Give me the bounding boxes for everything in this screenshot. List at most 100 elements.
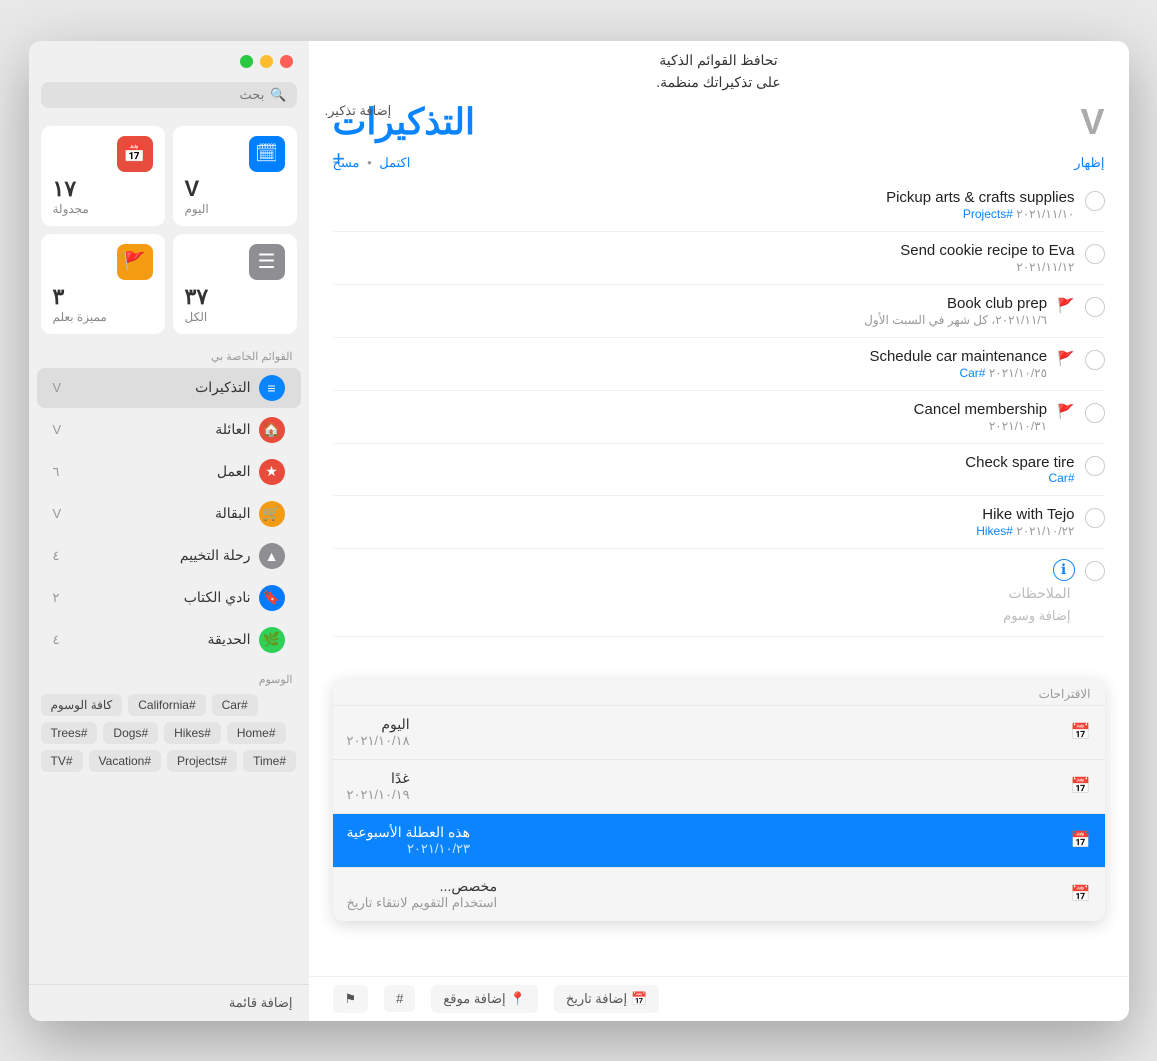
camping-list-name: رحلة التخييم [180,547,251,564]
suggestion-this-weekend[interactable]: 📅 هذه العطلة الأسبوعية ٢٠٢١/١٠/٢٣ [333,813,1105,867]
reminder-item: 🚩 Schedule car maintenance ٢٠٢١/١٠/٢٥ #C… [333,338,1105,391]
suggestion-today[interactable]: 📅 اليوم ٢٠٢١/١٠/١٨ [333,705,1105,759]
reminders-list-icon: ≡ [259,375,285,401]
scheduled-icon: 📅 [117,136,153,172]
tags-section: الوسوم #Car #California كافة الوسوم #Hom… [29,661,309,780]
bookclub-list-icon: 🔖 [259,585,285,611]
reminder-checkbox-4[interactable] [1085,350,1105,370]
tag-dogs[interactable]: #Dogs [103,722,158,744]
hashtag-button[interactable]: # [384,985,415,1012]
tag-california[interactable]: #California [128,694,205,716]
tags-grid: #Car #California كافة الوسوم #Home #Hike… [41,694,297,772]
close-button[interactable] [280,55,293,68]
reminder-item: 🚩 Book club prep ٢٠٢١/١١/٦، كل شهر في ال… [333,285,1105,338]
reminder-title-4: Schedule car maintenance [333,348,1048,365]
search-icon: 🔍 [270,87,286,103]
tag-car[interactable]: #Car [212,694,258,716]
bookclub-list-name: نادي الكتاب [184,589,251,606]
sidebar-item-garden[interactable]: 🌿 الحديقة ٤ [37,620,301,660]
maximize-button[interactable] [240,55,253,68]
camping-list-count: ٤ [53,548,60,564]
main-content: تحافظ القوائم الذكية على تذكيراتك منظمة.… [309,41,1129,1021]
reminders-list-count: V [53,380,62,395]
family-list-name: العائلة [215,421,250,438]
today-count: V [185,176,200,202]
reminder-tag-6: #Car [333,471,1075,485]
reminder-item: Pickup arts & crafts supplies ٢٠٢١/١١/١٠… [333,179,1105,232]
smart-list-all[interactable]: ☰ ٣٧ الكل [173,234,297,334]
add-location-button[interactable]: 📍 إضافة موقع [431,985,537,1013]
work-list-name: العمل [217,463,251,480]
hashtag-icon: # [396,991,403,1006]
tag-home[interactable]: #Home [227,722,286,744]
tags-section-title: الوسوم [41,669,297,694]
reminder-date-4: ٢٠٢١/١٠/٢٥ #Car [333,366,1048,380]
search-input[interactable] [51,87,265,102]
smart-list-today[interactable]: 🗓 V اليوم [173,126,297,226]
reminder-item-cancel-membership: 🚩 Cancel membership ٢٠٢١/١٠/٣١ [333,391,1105,444]
complete-label: اكتمل [379,155,410,170]
flag-button[interactable]: ⚑ [333,985,369,1013]
reminder-date-3: ٢٠٢١/١١/٦، كل شهر في السبت الأول [333,313,1048,327]
reminder-date-1: ٢٠٢١/١١/١٠ #Projects [333,207,1075,221]
calendar-icon: 📅 [631,991,647,1007]
reminder-title-3: Book club prep [333,295,1048,312]
reminder-checkbox-6[interactable] [1085,456,1105,476]
sidebar-item-bookclub[interactable]: 🔖 نادي الكتاب ٢ [37,578,301,618]
show-button[interactable]: إظهار [1074,155,1104,171]
reminder-item: Check spare tire #Car [333,444,1105,496]
scheduled-label: مجدولة [53,202,89,216]
tag-tv[interactable]: #TV [41,750,83,772]
tag-trees[interactable]: #Trees [41,722,98,744]
tag-hikes[interactable]: #Hikes [164,722,221,744]
suggestion-tomorrow[interactable]: 📅 غدًا ٢٠٢١/١٠/١٩ [333,759,1105,813]
sidebar-item-family[interactable]: 🏠 العائلة V [37,410,301,450]
suggestions-title: الاقتراحات [333,679,1105,705]
reminder-checkbox-1[interactable] [1085,191,1105,211]
sidebar-item-reminders[interactable]: ≡ التذكيرات V [37,368,301,408]
add-list-button[interactable]: إضافة قائمة [29,984,309,1021]
flag-toolbar-icon: ⚑ [345,991,357,1007]
smart-list-scheduled[interactable]: 📅 ١٧ مجدولة [41,126,165,226]
new-reminder-checkbox[interactable] [1085,561,1105,581]
main-title: التذكيرات [333,101,476,143]
main-toolbar: إظهار اكتمل • مسح [309,151,1129,179]
bookclub-list-count: ٢ [53,590,60,606]
toolbar-dot: • [363,155,371,170]
info-icon: ℹ [1053,559,1075,581]
flagged-icon: 🚩 [117,244,153,280]
sidebar-item-work[interactable]: ★ العمل ٦ [37,452,301,492]
reminder-checkbox-2[interactable] [1085,244,1105,264]
sidebar-item-groceries[interactable]: 🛒 البقالة V [37,494,301,534]
tomorrow-cal-icon: 📅 [1071,776,1091,796]
smart-list-flagged[interactable]: 🚩 ٣ مميزة بعلم [41,234,165,334]
flag-icon-4: 🚩 [1057,350,1074,367]
minimize-button[interactable] [260,55,273,68]
camping-list-icon: ▲ [259,543,285,569]
groceries-list-icon: 🛒 [259,501,285,527]
tag-vacation[interactable]: #Vacation [89,750,162,772]
reminder-date-7: ٢٠٢١/١٠/٢٢ #Hikes [333,524,1075,538]
reminder-checkbox-3[interactable] [1085,297,1105,317]
tag-projects[interactable]: #Projects [167,750,237,772]
add-date-button[interactable]: 📅 إضافة تاريخ [554,985,659,1013]
groceries-list-name: البقالة [215,505,251,522]
reminder-title-5: Cancel membership [333,401,1048,418]
sidebar-item-camping[interactable]: ▲ رحلة التخييم ٤ [37,536,301,576]
new-reminder-row: ℹ الملاحظات إضافة وسوم [333,549,1105,637]
all-icon: ☰ [249,244,285,280]
reminder-date-2: ٢٠٢١/١١/١٢ [333,260,1075,274]
garden-list-icon: 🌿 [259,627,285,653]
add-reminder-top-button[interactable]: + [325,145,353,173]
reminder-checkbox-5[interactable] [1085,403,1105,423]
tags-placeholder: إضافة وسوم [333,606,1105,626]
tag-time[interactable]: #Time [243,750,296,772]
my-lists-section-title: القوائم الخاصة بي [29,342,309,367]
family-list-count: V [53,422,62,437]
notes-placeholder: الملاحظات [333,581,1105,606]
reminder-checkbox-7[interactable] [1085,508,1105,528]
flagged-label: مميزة بعلم [53,310,107,324]
suggestion-custom[interactable]: 📅 مخصص... استخدام التقويم لانتقاء تاريخ [333,867,1105,921]
search-bar[interactable]: 🔍 [41,82,297,108]
tag-all[interactable]: كافة الوسوم [41,694,123,716]
